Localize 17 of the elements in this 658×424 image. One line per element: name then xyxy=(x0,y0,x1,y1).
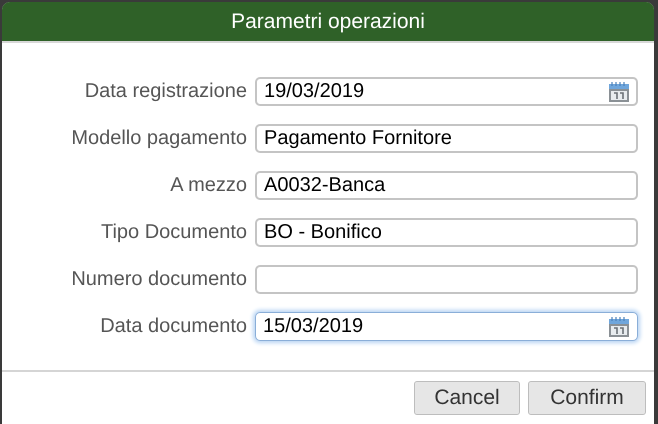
field-label: A mezzo xyxy=(169,173,248,198)
input-field[interactable] xyxy=(255,264,638,294)
field-label: Numero documento xyxy=(70,267,248,292)
field-label: Data documento xyxy=(99,314,248,339)
field-label: Tipo Documento xyxy=(100,220,248,245)
calendar-icon[interactable] xyxy=(608,80,630,102)
date-field[interactable]: 19/03/2019 xyxy=(255,76,638,106)
input-field[interactable]: A0032-Banca xyxy=(255,170,638,200)
field-label: Modello pagamento xyxy=(70,126,248,151)
calendar-icon[interactable] xyxy=(608,316,630,338)
confirm-button[interactable]: Confirm xyxy=(528,381,646,415)
date-field[interactable]: 15/03/2019 xyxy=(255,312,638,340)
input-field[interactable]: Pagamento Fornitore xyxy=(255,124,638,152)
dialog-title: Parametri operazioni xyxy=(231,8,425,35)
cancel-button[interactable]: Cancel xyxy=(414,381,520,415)
field-label: Data registrazione xyxy=(84,79,248,104)
input-field[interactable]: BO - Bonifico xyxy=(255,218,638,246)
